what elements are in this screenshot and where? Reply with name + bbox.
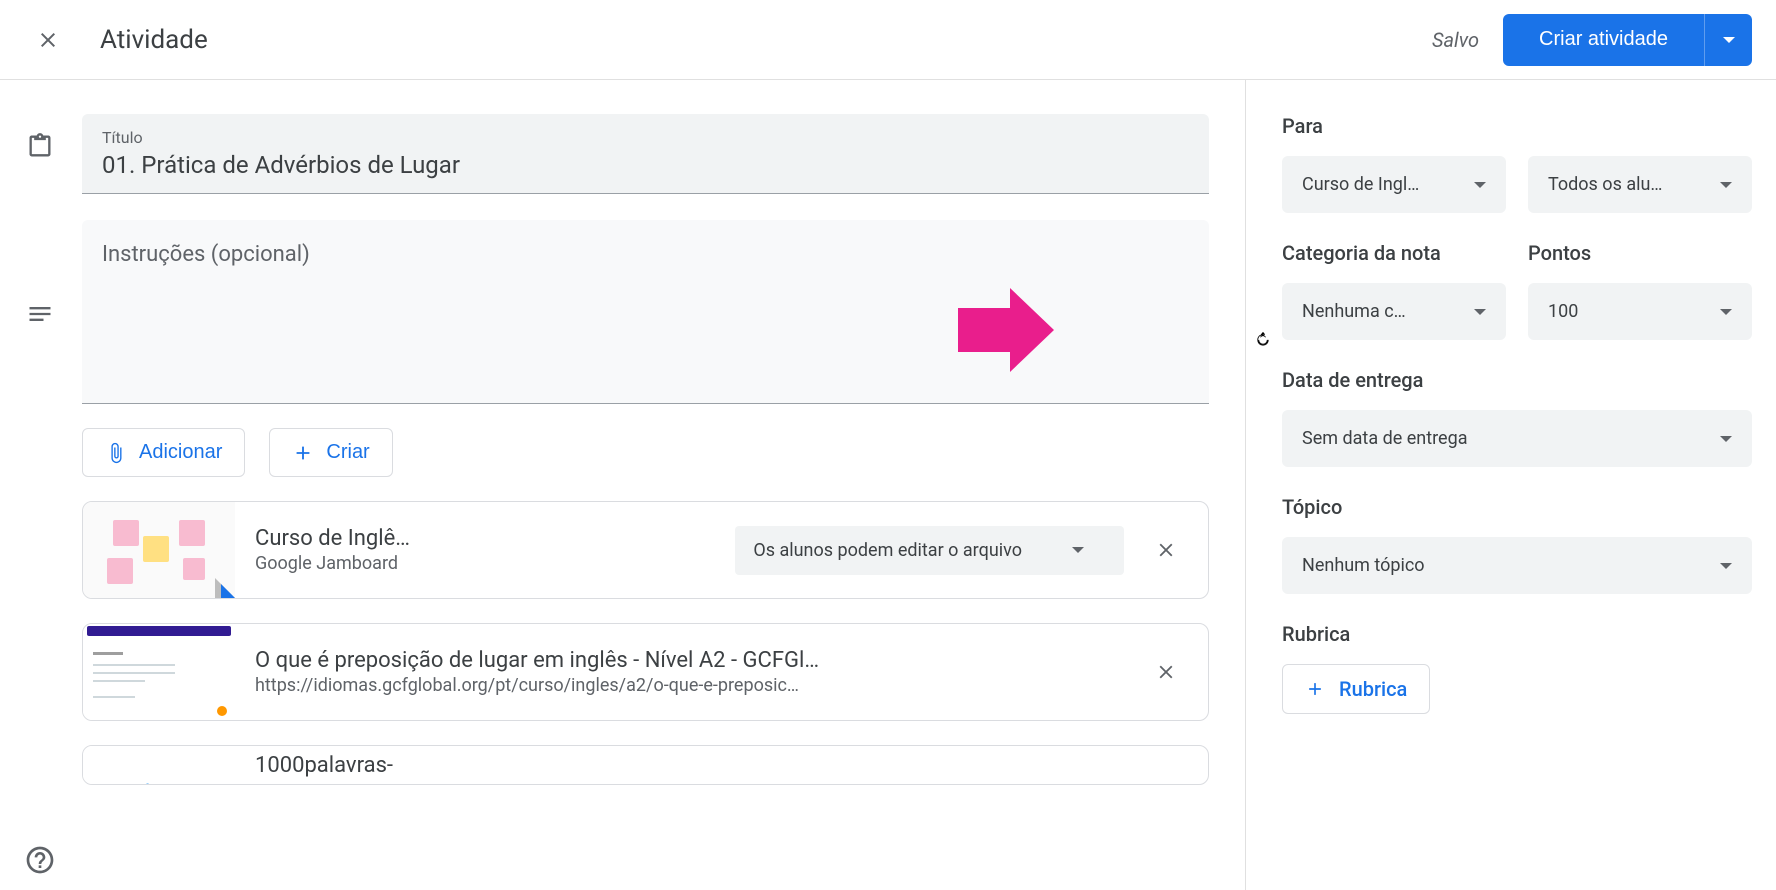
chevron-down-icon	[1474, 182, 1486, 188]
attachment-permission-select[interactable]: Os alunos podem editar o arquivo	[735, 526, 1124, 575]
chevron-down-icon	[1072, 547, 1084, 553]
class-select[interactable]: Curso de Ingl…	[1282, 156, 1506, 213]
add-attachment-button[interactable]: Adicionar	[82, 428, 245, 477]
create-activity-dropdown-button[interactable]	[1704, 14, 1752, 66]
attachment-thumbnail[interactable]: Conheça as	[83, 745, 235, 785]
close-icon	[1155, 539, 1177, 561]
create-activity-button-group: Criar atividade	[1503, 14, 1752, 66]
attachment-remove-button[interactable]	[1142, 526, 1190, 574]
add-attachment-label: Adicionar	[139, 441, 222, 464]
page-title: Atividade	[100, 25, 1432, 55]
due-date-select[interactable]: Sem data de entrega	[1282, 410, 1752, 467]
title-input-value: 01. Prática de Advérbios de Lugar	[102, 151, 1189, 179]
chevron-down-icon	[1720, 182, 1732, 188]
title-input[interactable]: Título 01. Prática de Advérbios de Lugar	[82, 114, 1209, 194]
attachment-permission-value: Os alunos podem editar o arquivo	[753, 540, 1022, 561]
class-select-value: Curso de Ingl…	[1302, 174, 1419, 195]
title-input-label: Título	[102, 128, 1189, 147]
points-value: 100	[1548, 301, 1578, 322]
topic-label: Tópico	[1282, 495, 1752, 519]
help-button[interactable]	[24, 844, 56, 876]
header: Atividade Salvo Criar atividade	[0, 0, 1776, 80]
rubric-label: Rubrica	[1282, 622, 1752, 646]
attachment-subtitle: Google Jamboard	[255, 553, 715, 574]
plus-icon	[292, 442, 314, 464]
create-attachment-label: Criar	[326, 441, 369, 464]
create-attachment-button[interactable]: Criar	[269, 428, 392, 477]
grade-category-label: Categoria da nota	[1282, 241, 1506, 265]
assignment-icon	[26, 132, 54, 160]
text-icon	[26, 300, 54, 328]
rubric-button-label: Rubrica	[1339, 677, 1407, 701]
grade-category-select[interactable]: Nenhuma c…	[1282, 283, 1506, 340]
students-select-value: Todos os alu…	[1548, 174, 1662, 195]
topic-value: Nenhum tópico	[1302, 555, 1425, 576]
points-label: Pontos	[1528, 241, 1752, 265]
saved-status: Salvo	[1432, 28, 1479, 52]
due-date-value: Sem data de entrega	[1302, 428, 1467, 449]
main-content: Título 01. Prática de Advérbios de Lugar…	[0, 80, 1246, 890]
close-icon	[36, 28, 60, 52]
attachment-thumbnail[interactable]	[83, 624, 235, 720]
help-icon	[24, 844, 56, 876]
para-label: Para	[1282, 114, 1752, 138]
attachment-item: Conheça as 1000palavras-	[82, 745, 1209, 785]
students-select[interactable]: Todos os alu…	[1528, 156, 1752, 213]
attachment-thumbnail[interactable]	[83, 502, 235, 598]
points-select[interactable]: 100	[1528, 283, 1752, 340]
attachment-title: O que é preposição de lugar em inglês - …	[255, 648, 1122, 673]
topic-select[interactable]: Nenhum tópico	[1282, 537, 1752, 594]
cursor-icon	[1256, 331, 1270, 351]
attach-icon	[105, 442, 127, 464]
due-date-label: Data de entrega	[1282, 368, 1752, 392]
chevron-down-icon	[1720, 563, 1732, 569]
create-activity-button[interactable]: Criar atividade	[1503, 14, 1704, 66]
grade-category-value: Nenhuma c…	[1302, 301, 1406, 322]
sidebar: Para Curso de Ingl… Todos os alu… Catego…	[1246, 80, 1776, 890]
attachment-remove-button[interactable]	[1142, 648, 1190, 696]
chevron-down-icon	[1720, 309, 1732, 315]
chevron-down-icon	[1474, 309, 1486, 315]
attachment-item: Curso de Inglê… Google Jamboard Os aluno…	[82, 501, 1209, 599]
attachment-title: Curso de Inglê…	[255, 526, 715, 551]
annotation-arrow	[958, 288, 1054, 376]
close-icon	[1155, 661, 1177, 683]
rubric-button[interactable]: Rubrica	[1282, 664, 1430, 714]
attachment-subtitle: https://idiomas.gcfglobal.org/pt/curso/i…	[255, 675, 1122, 696]
plus-icon	[1305, 679, 1325, 699]
attachment-title: 1000palavras-	[255, 753, 1188, 778]
chevron-down-icon	[1723, 37, 1735, 43]
attachment-item: O que é preposição de lugar em inglês - …	[82, 623, 1209, 721]
chevron-down-icon	[1720, 436, 1732, 442]
close-button[interactable]	[24, 16, 72, 64]
